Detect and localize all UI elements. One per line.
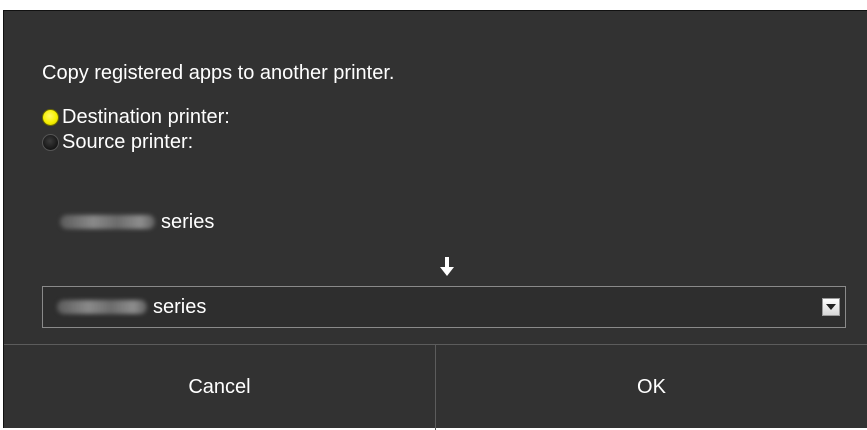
source-printer-name: series (60, 209, 214, 235)
radio-source-printer[interactable]: Source printer: (42, 131, 193, 153)
radio-selected-icon[interactable] (42, 108, 59, 126)
copy-apps-dialog: Copy registered apps to another printer.… (3, 10, 867, 430)
dropdown-arrow-icon[interactable] (822, 298, 840, 316)
radio-label-destination: Destination printer: (62, 106, 230, 128)
down-arrow-icon (440, 257, 454, 276)
chevron-down-icon (826, 303, 836, 310)
radio-label-source: Source printer: (62, 131, 194, 153)
radio-unselected-icon[interactable] (42, 133, 59, 151)
source-printer-series: series (161, 211, 215, 233)
blurred-model-name (60, 215, 155, 229)
cancel-button[interactable]: Cancel (4, 345, 436, 430)
dialog-heading: Copy registered apps to another printer. (42, 62, 395, 84)
destination-printer-series: series (153, 296, 207, 318)
blurred-model-name (57, 300, 147, 314)
radio-destination-printer[interactable]: Destination printer: (42, 106, 230, 128)
dialog-footer: Cancel OK (4, 344, 867, 430)
ok-button[interactable]: OK (436, 345, 867, 430)
dialog-body: Copy registered apps to another printer.… (4, 11, 867, 344)
destination-printer-select[interactable]: series (42, 286, 846, 328)
